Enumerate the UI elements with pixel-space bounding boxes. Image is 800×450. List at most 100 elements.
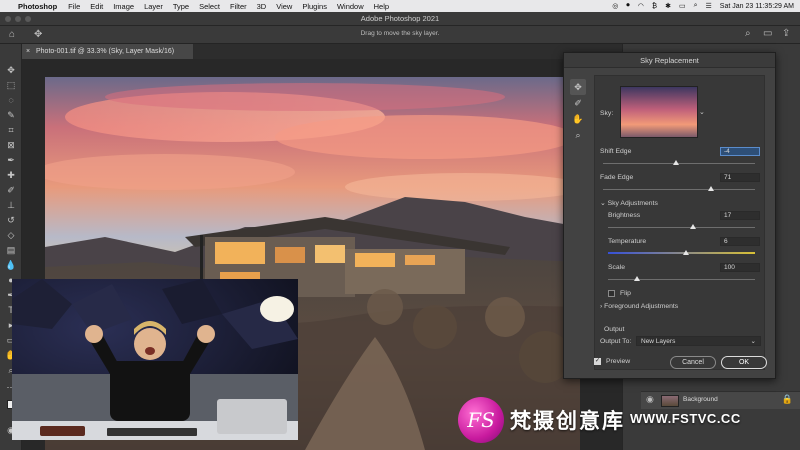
fade-edge-field[interactable]: 71 bbox=[720, 173, 760, 182]
menu-app-name[interactable]: Photoshop bbox=[18, 2, 63, 11]
wifi-icon[interactable]: ◠ bbox=[638, 2, 644, 10]
document-tab[interactable]: × Photo-001.tif @ 33.3% (Sky, Layer Mask… bbox=[22, 44, 194, 59]
clock: Sat Jan 23 11:35:29 AM bbox=[719, 2, 794, 10]
temperature-field[interactable]: 6 bbox=[720, 237, 760, 246]
healing-tool-icon[interactable]: ✚ bbox=[3, 169, 19, 181]
menu-file[interactable]: File bbox=[63, 2, 85, 11]
scale-field[interactable]: 100 bbox=[720, 263, 760, 272]
menu-view[interactable]: View bbox=[271, 2, 297, 11]
dialog-title: Sky Replacement bbox=[564, 53, 775, 68]
flip-label: Flip bbox=[620, 290, 631, 297]
eyedropper-tool-icon[interactable]: ✒ bbox=[3, 154, 19, 166]
fade-edge-slider[interactable] bbox=[707, 186, 714, 191]
app-title: Adobe Photoshop 2021 bbox=[360, 14, 440, 23]
menu-select[interactable]: Select bbox=[194, 2, 225, 11]
brush-tool-icon[interactable]: ✐ bbox=[3, 184, 19, 196]
workspace-icon[interactable]: ▭ bbox=[763, 28, 772, 39]
presenter-webcam-overlay bbox=[12, 279, 298, 440]
menu-edit[interactable]: Edit bbox=[85, 2, 108, 11]
menu-layer[interactable]: Layer bbox=[139, 2, 168, 11]
menu-filter[interactable]: Filter bbox=[225, 2, 252, 11]
share-icon[interactable]: ⇪ bbox=[782, 28, 790, 39]
marquee-tool-icon[interactable]: ⬚ bbox=[3, 79, 19, 91]
temperature-label: Temperature bbox=[608, 238, 647, 245]
foreground-adjustments-label: Foreground Adjustments bbox=[604, 303, 679, 310]
brightness-field[interactable]: 17 bbox=[720, 211, 760, 220]
close-window-icon[interactable] bbox=[5, 16, 11, 22]
move-tool-icon[interactable]: ✥ bbox=[3, 64, 19, 76]
scale-label: Scale bbox=[608, 264, 626, 271]
chevron-down-icon: ⌄ bbox=[600, 200, 606, 207]
shift-edge-track[interactable] bbox=[603, 163, 755, 164]
shift-edge-field[interactable]: -4 bbox=[720, 147, 760, 156]
zoom-tool-icon[interactable]: ⌕ bbox=[570, 127, 586, 143]
chevron-down-icon[interactable]: ⌄ bbox=[699, 108, 705, 116]
watermark-url: WWW.FSTVC.CC bbox=[630, 411, 741, 426]
chevron-right-icon: › bbox=[600, 303, 603, 310]
fade-edge-track[interactable] bbox=[603, 189, 755, 190]
sky-replacement-dialog: Sky Replacement ✥ ✐ ✋ ⌕ Sky: ⌄ Shift Edg… bbox=[563, 52, 776, 379]
brightness-track[interactable] bbox=[608, 227, 755, 228]
clone-stamp-tool-icon[interactable]: ⊥ bbox=[3, 199, 19, 211]
menu-image[interactable]: Image bbox=[108, 2, 139, 11]
sky-label: Sky: bbox=[600, 110, 614, 117]
bitcoin-icon[interactable]: ₿ bbox=[652, 3, 657, 10]
flip-checkbox[interactable] bbox=[608, 290, 615, 297]
eraser-tool-icon[interactable]: ◇ bbox=[3, 229, 19, 241]
app-title-bar: Adobe Photoshop 2021 bbox=[0, 12, 800, 26]
maximize-window-icon[interactable] bbox=[25, 16, 31, 22]
temperature-slider[interactable] bbox=[682, 250, 689, 255]
fade-edge-label: Fade Edge bbox=[600, 174, 634, 181]
sky-adjustments-group[interactable]: ⌄ Sky Adjustments bbox=[600, 199, 658, 207]
output-heading: Output bbox=[604, 326, 625, 333]
dialog-tools: ✥ ✐ ✋ ⌕ bbox=[570, 79, 586, 143]
foreground-adjustments-group[interactable]: › Foreground Adjustments bbox=[600, 303, 678, 310]
watermark-logo: FS bbox=[458, 397, 504, 443]
crop-tool-icon[interactable]: ⌗ bbox=[3, 124, 19, 136]
window-controls bbox=[5, 16, 31, 22]
output-to-select[interactable]: New Layers ⌄ bbox=[636, 336, 761, 346]
blur-tool-icon[interactable]: 💧 bbox=[3, 259, 19, 271]
macos-menu-bar: Photoshop File Edit Image Layer Type Sel… bbox=[0, 0, 800, 12]
menu-window[interactable]: Window bbox=[332, 2, 369, 11]
menu-type[interactable]: Type bbox=[168, 2, 194, 11]
menu-plugins[interactable]: Plugins bbox=[297, 2, 332, 11]
record-icon[interactable]: ⏺ bbox=[626, 2, 630, 10]
status-area: ◎ ⏺ ◠ ₿ ✱ ▭ ⌕ ☰ Sat Jan 23 11:35:29 AM bbox=[612, 0, 794, 12]
minimize-window-icon[interactable] bbox=[15, 16, 21, 22]
menu-help[interactable]: Help bbox=[369, 2, 394, 11]
bluetooth-icon[interactable]: ✱ bbox=[665, 2, 671, 10]
brightness-slider[interactable] bbox=[690, 224, 697, 229]
move-tool-icon[interactable]: ✥ bbox=[570, 79, 586, 95]
watermark: FS 梵摄创意库 WWW.FSTVC.CC bbox=[458, 397, 758, 445]
quick-select-tool-icon[interactable]: ✎ bbox=[3, 109, 19, 121]
creative-cloud-icon[interactable]: ◎ bbox=[612, 2, 618, 10]
hand-tool-icon[interactable]: ✋ bbox=[570, 111, 586, 127]
battery-icon[interactable]: ▭ bbox=[679, 2, 686, 10]
scale-track[interactable] bbox=[608, 279, 755, 280]
close-tab-icon[interactable]: × bbox=[26, 44, 30, 59]
output-to-label: Output To: bbox=[600, 338, 632, 345]
search-icon[interactable]: ⌕ bbox=[745, 28, 751, 39]
ok-button[interactable]: OK bbox=[721, 356, 767, 369]
gradient-tool-icon[interactable]: ▤ bbox=[3, 244, 19, 256]
sky-preset-thumbnail[interactable] bbox=[620, 86, 698, 138]
frame-tool-icon[interactable]: ⊠ bbox=[3, 139, 19, 151]
preview-checkbox[interactable] bbox=[594, 357, 601, 365]
search-icon[interactable]: ⌕ bbox=[694, 2, 698, 10]
sky-brush-icon[interactable]: ✐ bbox=[570, 95, 586, 111]
menu-3d[interactable]: 3D bbox=[252, 2, 272, 11]
shift-edge-slider[interactable] bbox=[672, 160, 679, 165]
scale-slider[interactable] bbox=[634, 276, 641, 281]
chevron-down-icon: ⌄ bbox=[750, 338, 756, 345]
temperature-track[interactable] bbox=[608, 252, 755, 254]
shift-edge-label: Shift Edge bbox=[600, 148, 632, 155]
lasso-tool-icon[interactable]: ◌ bbox=[3, 94, 19, 106]
preview-label: Preview bbox=[606, 358, 631, 365]
control-center-icon[interactable]: ☰ bbox=[706, 2, 712, 10]
watermark-cn-text: 梵摄创意库 bbox=[510, 409, 625, 433]
lock-icon[interactable]: 🔒 bbox=[782, 394, 793, 405]
cancel-button[interactable]: Cancel bbox=[670, 356, 716, 369]
history-brush-tool-icon[interactable]: ↺ bbox=[3, 214, 19, 226]
brightness-label: Brightness bbox=[608, 212, 641, 219]
